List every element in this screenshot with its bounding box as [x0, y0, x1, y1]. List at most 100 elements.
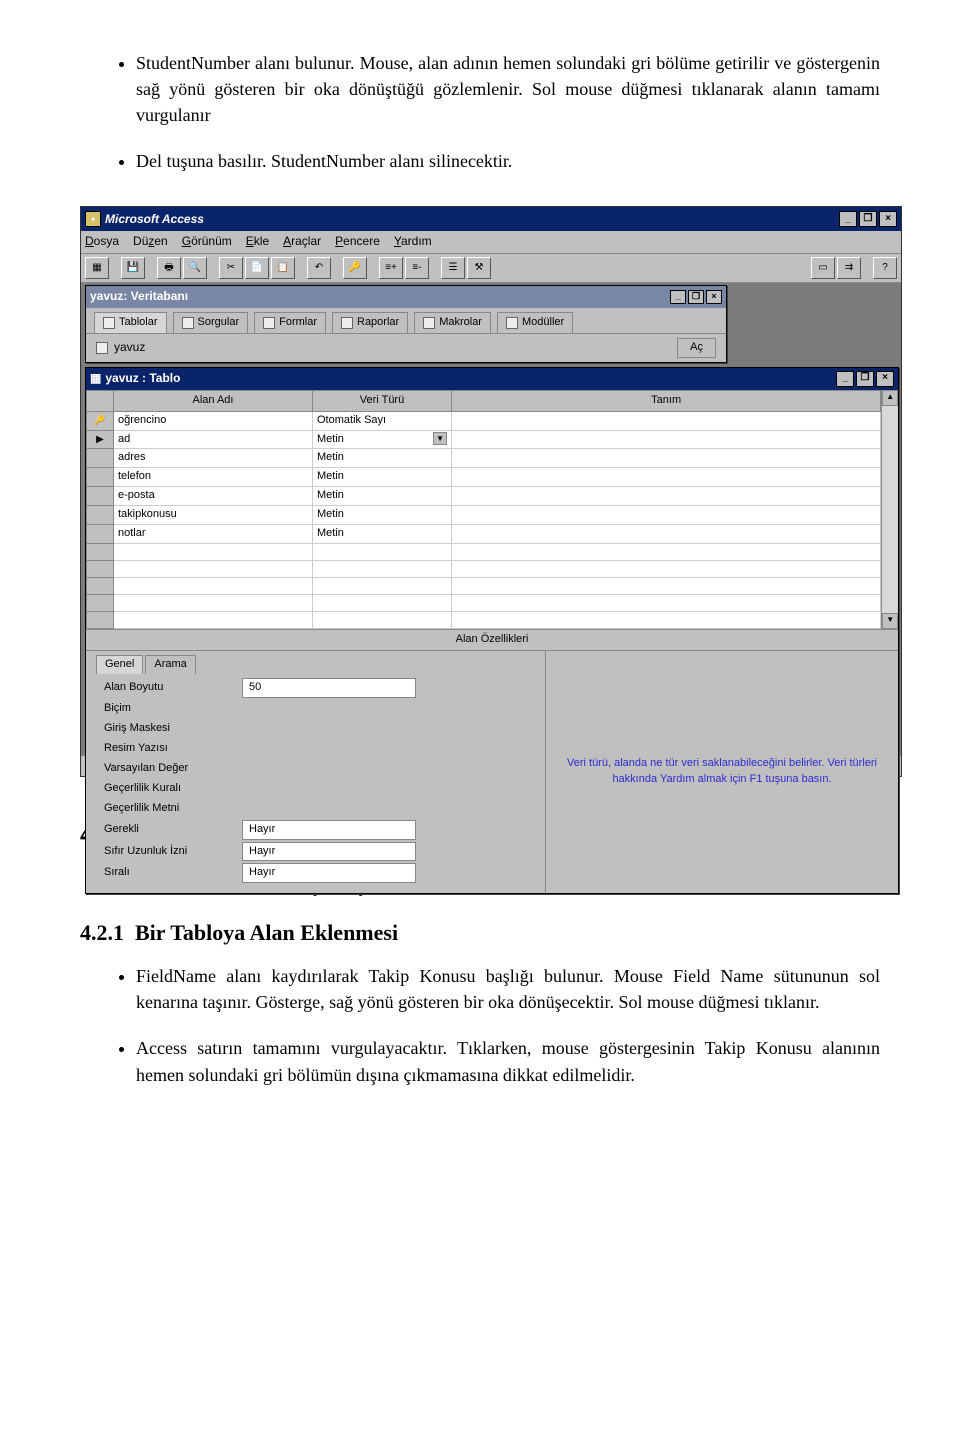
field-desc-cell[interactable] [452, 430, 881, 449]
tab-moduller[interactable]: Modüller [497, 312, 573, 333]
tb-relation-icon[interactable]: ⇉ [837, 257, 861, 279]
row-selector[interactable] [87, 612, 114, 629]
scroll-track[interactable] [882, 406, 898, 614]
tab-formlar[interactable]: Formlar [254, 312, 326, 333]
row-selector[interactable] [87, 525, 114, 544]
field-type-cell[interactable] [313, 595, 452, 612]
tb-preview-icon[interactable]: 🔍 [183, 257, 207, 279]
row-selector[interactable]: ▶ [87, 430, 114, 449]
prop-tab-arama[interactable]: Arama [145, 655, 195, 674]
tbl-close-button[interactable]: × [876, 371, 894, 387]
row-selector[interactable] [87, 595, 114, 612]
table-row[interactable] [87, 612, 881, 629]
field-desc-cell[interactable] [452, 506, 881, 525]
field-type-cell[interactable]: Metin ▼ [313, 430, 452, 449]
tab-sorgular[interactable]: Sorgular [173, 312, 249, 333]
minimize-button[interactable]: _ [839, 211, 857, 227]
close-button[interactable]: × [879, 211, 897, 227]
db-close-button[interactable]: × [706, 290, 722, 304]
table-row[interactable] [87, 544, 881, 561]
maximize-button[interactable]: ❐ [859, 211, 877, 227]
tb-build-icon[interactable]: ⚒ [467, 257, 491, 279]
table-row[interactable] [87, 561, 881, 578]
scroll-down-icon[interactable]: ▼ [882, 613, 898, 629]
field-name-cell[interactable]: notlar [114, 525, 313, 544]
row-selector[interactable] [87, 468, 114, 487]
field-desc-cell[interactable] [452, 544, 881, 561]
row-selector[interactable] [87, 561, 114, 578]
field-name-cell[interactable]: ad [114, 430, 313, 449]
table-row[interactable]: e-postaMetin [87, 487, 881, 506]
tb-cut-icon[interactable]: ✂ [219, 257, 243, 279]
menu-yardim[interactable]: Yardım [394, 233, 432, 250]
dropdown-arrow-icon[interactable]: ▼ [433, 432, 447, 446]
tb-window-icon[interactable]: ▭ [811, 257, 835, 279]
tb-print-icon[interactable]: 🖶 [157, 257, 181, 279]
field-type-cell[interactable] [313, 578, 452, 595]
tb-deleterow-icon[interactable]: ≡- [405, 257, 429, 279]
col-header-field[interactable]: Alan Adı [114, 390, 313, 411]
field-name-cell[interactable] [114, 544, 313, 561]
property-value[interactable] [242, 800, 416, 818]
field-name-cell[interactable] [114, 561, 313, 578]
field-type-cell[interactable]: Otomatik Sayı [313, 411, 452, 430]
property-value[interactable] [242, 780, 416, 798]
table-row[interactable]: telefonMetin [87, 468, 881, 487]
grid-scrollbar[interactable]: ▲ ▼ [881, 390, 898, 630]
db-minimize-button[interactable]: _ [670, 290, 686, 304]
menu-pencere[interactable]: Pencere [335, 233, 380, 250]
tb-properties-icon[interactable]: ☰ [441, 257, 465, 279]
field-name-cell[interactable]: oğrencino [114, 411, 313, 430]
field-desc-cell[interactable] [452, 595, 881, 612]
tb-paste-icon[interactable]: 📋 [271, 257, 295, 279]
property-value[interactable] [242, 760, 416, 778]
field-name-cell[interactable] [114, 578, 313, 595]
table-row[interactable] [87, 595, 881, 612]
col-header-desc[interactable]: Tanım [452, 390, 881, 411]
property-value[interactable] [242, 740, 416, 758]
property-value[interactable]: Hayır [242, 842, 416, 862]
row-selector[interactable] [87, 506, 114, 525]
field-name-cell[interactable]: adres [114, 449, 313, 468]
field-type-cell[interactable] [313, 544, 452, 561]
field-desc-cell[interactable] [452, 449, 881, 468]
prop-tab-genel[interactable]: Genel [96, 655, 143, 674]
tb-insertrow-icon[interactable]: ≡+ [379, 257, 403, 279]
field-desc-cell[interactable] [452, 468, 881, 487]
field-type-cell[interactable] [313, 561, 452, 578]
table-row[interactable]: adresMetin [87, 449, 881, 468]
tab-tablolar[interactable]: Tablolar [94, 312, 167, 333]
field-desc-cell[interactable] [452, 612, 881, 629]
field-name-cell[interactable] [114, 612, 313, 629]
menu-dosya[interactable]: Dosya [85, 233, 119, 250]
field-type-cell[interactable]: Metin [313, 487, 452, 506]
field-name-cell[interactable] [114, 595, 313, 612]
row-selector[interactable] [87, 578, 114, 595]
field-type-cell[interactable]: Metin [313, 468, 452, 487]
field-name-cell[interactable]: e-posta [114, 487, 313, 506]
field-type-cell[interactable]: Metin [313, 525, 452, 544]
property-value[interactable] [242, 720, 416, 738]
table-row[interactable]: notlarMetin [87, 525, 881, 544]
field-type-cell[interactable] [313, 612, 452, 629]
tb-key-icon[interactable]: 🔑 [343, 257, 367, 279]
table-row[interactable]: ▶adMetin ▼ [87, 430, 881, 449]
menu-duzen[interactable]: Düzen [133, 233, 168, 250]
field-desc-cell[interactable] [452, 578, 881, 595]
tb-undo-icon[interactable]: ↶ [307, 257, 331, 279]
tb-copy-icon[interactable]: 📄 [245, 257, 269, 279]
tb-help-icon[interactable]: ? [873, 257, 897, 279]
menu-gorunum[interactable]: Görünüm [182, 233, 232, 250]
property-value[interactable]: Hayır [242, 820, 416, 840]
tbl-maximize-button[interactable]: ❐ [856, 371, 874, 387]
table-row[interactable]: 🔑oğrencinoOtomatik Sayı [87, 411, 881, 430]
field-desc-cell[interactable] [452, 487, 881, 506]
field-type-cell[interactable]: Metin [313, 506, 452, 525]
property-value[interactable] [242, 700, 416, 718]
scroll-up-icon[interactable]: ▲ [882, 390, 898, 406]
field-desc-cell[interactable] [452, 525, 881, 544]
row-selector[interactable]: 🔑 [87, 411, 114, 430]
row-selector[interactable] [87, 544, 114, 561]
field-name-cell[interactable]: takipkonusu [114, 506, 313, 525]
tab-makrolar[interactable]: Makrolar [414, 312, 491, 333]
